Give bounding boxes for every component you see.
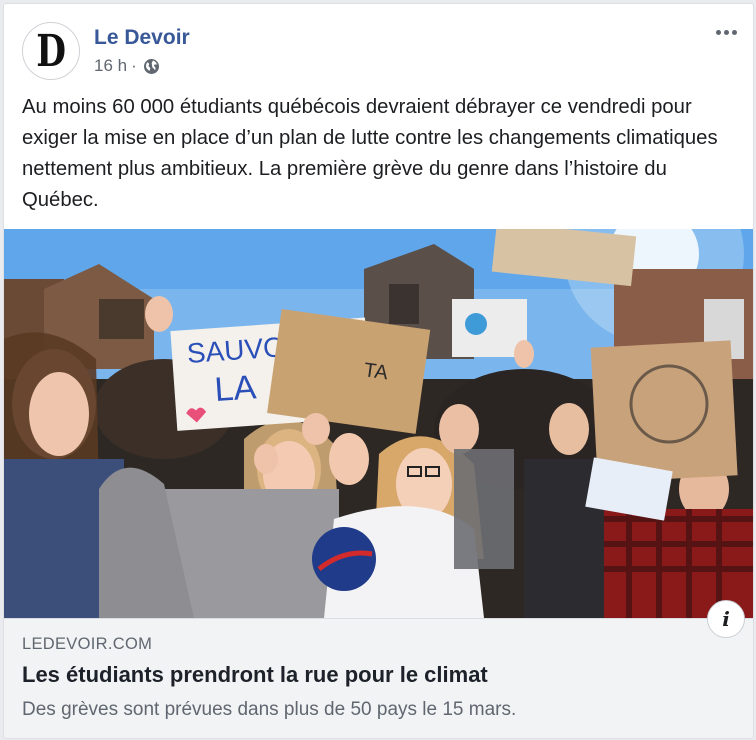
avatar[interactable]: D bbox=[22, 22, 80, 80]
more-dot bbox=[731, 29, 737, 35]
avatar-logo: D bbox=[36, 26, 66, 77]
link-preview[interactable]: LEDEVOIR.COM Les étudiants prendront la … bbox=[4, 618, 753, 738]
post-text: Au moins 60 000 étudiants québécois devr… bbox=[22, 96, 718, 211]
link-domain: LEDEVOIR.COM bbox=[22, 635, 153, 653]
post-card: D Le Devoir 16 h · Au moins 60 000 étudi… bbox=[3, 3, 754, 739]
globe-icon[interactable] bbox=[143, 58, 160, 75]
post-meta: 16 h · bbox=[94, 56, 160, 76]
link-title[interactable]: Les étudiants prendront la rue pour le c… bbox=[22, 662, 488, 688]
sign-text-line2: LA bbox=[213, 368, 257, 409]
link-description: Des grèves sont prévues dans plus de 50 … bbox=[22, 699, 517, 720]
more-dot bbox=[723, 29, 729, 35]
post-header: D Le Devoir 16 h · bbox=[4, 4, 753, 94]
info-icon[interactable]: i bbox=[707, 600, 745, 638]
meta-separator: · bbox=[131, 56, 137, 75]
svg-text:TA: TA bbox=[362, 359, 390, 384]
post-timestamp[interactable]: 16 h bbox=[94, 56, 127, 76]
page-name-link[interactable]: Le Devoir bbox=[94, 26, 190, 50]
post-photo[interactable]: SAUVONS LA TA bbox=[4, 229, 753, 618]
more-dot bbox=[715, 29, 721, 35]
more-options-icon[interactable] bbox=[711, 22, 741, 42]
